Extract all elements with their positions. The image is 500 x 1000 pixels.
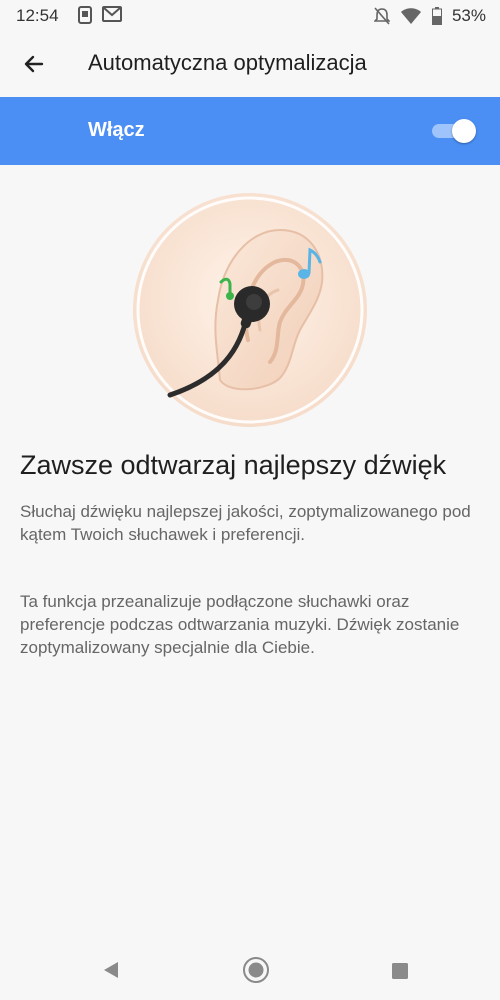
toggle-label: Włącz [88,119,145,141]
wifi-icon [400,8,421,24]
page-title: Automatyczna optymalizacja [88,50,367,75]
battery-icon [431,7,442,25]
nav-home-icon [243,957,269,983]
earphone-illustration [133,193,367,427]
nav-recents-icon [392,963,408,979]
app-bar: Automatyczna optymalizacja [0,32,500,96]
status-bar: 12:54 53% [0,0,500,32]
nav-back-button[interactable] [101,960,121,985]
enable-toggle-row[interactable]: Włącz [0,97,500,165]
status-time: 12:54 [16,6,59,25]
description-paragraph-1: Słuchaj dźwięku najlepszej jakości, zopt… [20,502,471,544]
screenshot-icon [78,6,92,24]
nav-home-button[interactable] [242,956,270,989]
arrow-back-icon [24,55,44,73]
back-button[interactable] [16,48,52,80]
nav-recents-button[interactable] [391,962,409,985]
gmail-icon [102,6,122,22]
mute-icon [373,7,390,25]
nav-back-icon [104,962,118,978]
description-paragraph-2: Ta funkcja przeanalizuje podłączone słuc… [20,592,460,657]
switch-thumb [452,119,476,143]
status-notification-icons [78,6,122,24]
enable-switch[interactable] [432,119,476,143]
battery-percent: 53% [451,6,486,25]
navigation-bar [0,942,500,1000]
headline: Zawsze odtwarzaj najlepszy dźwięk [20,450,447,480]
status-right-group: 53% [373,6,486,26]
